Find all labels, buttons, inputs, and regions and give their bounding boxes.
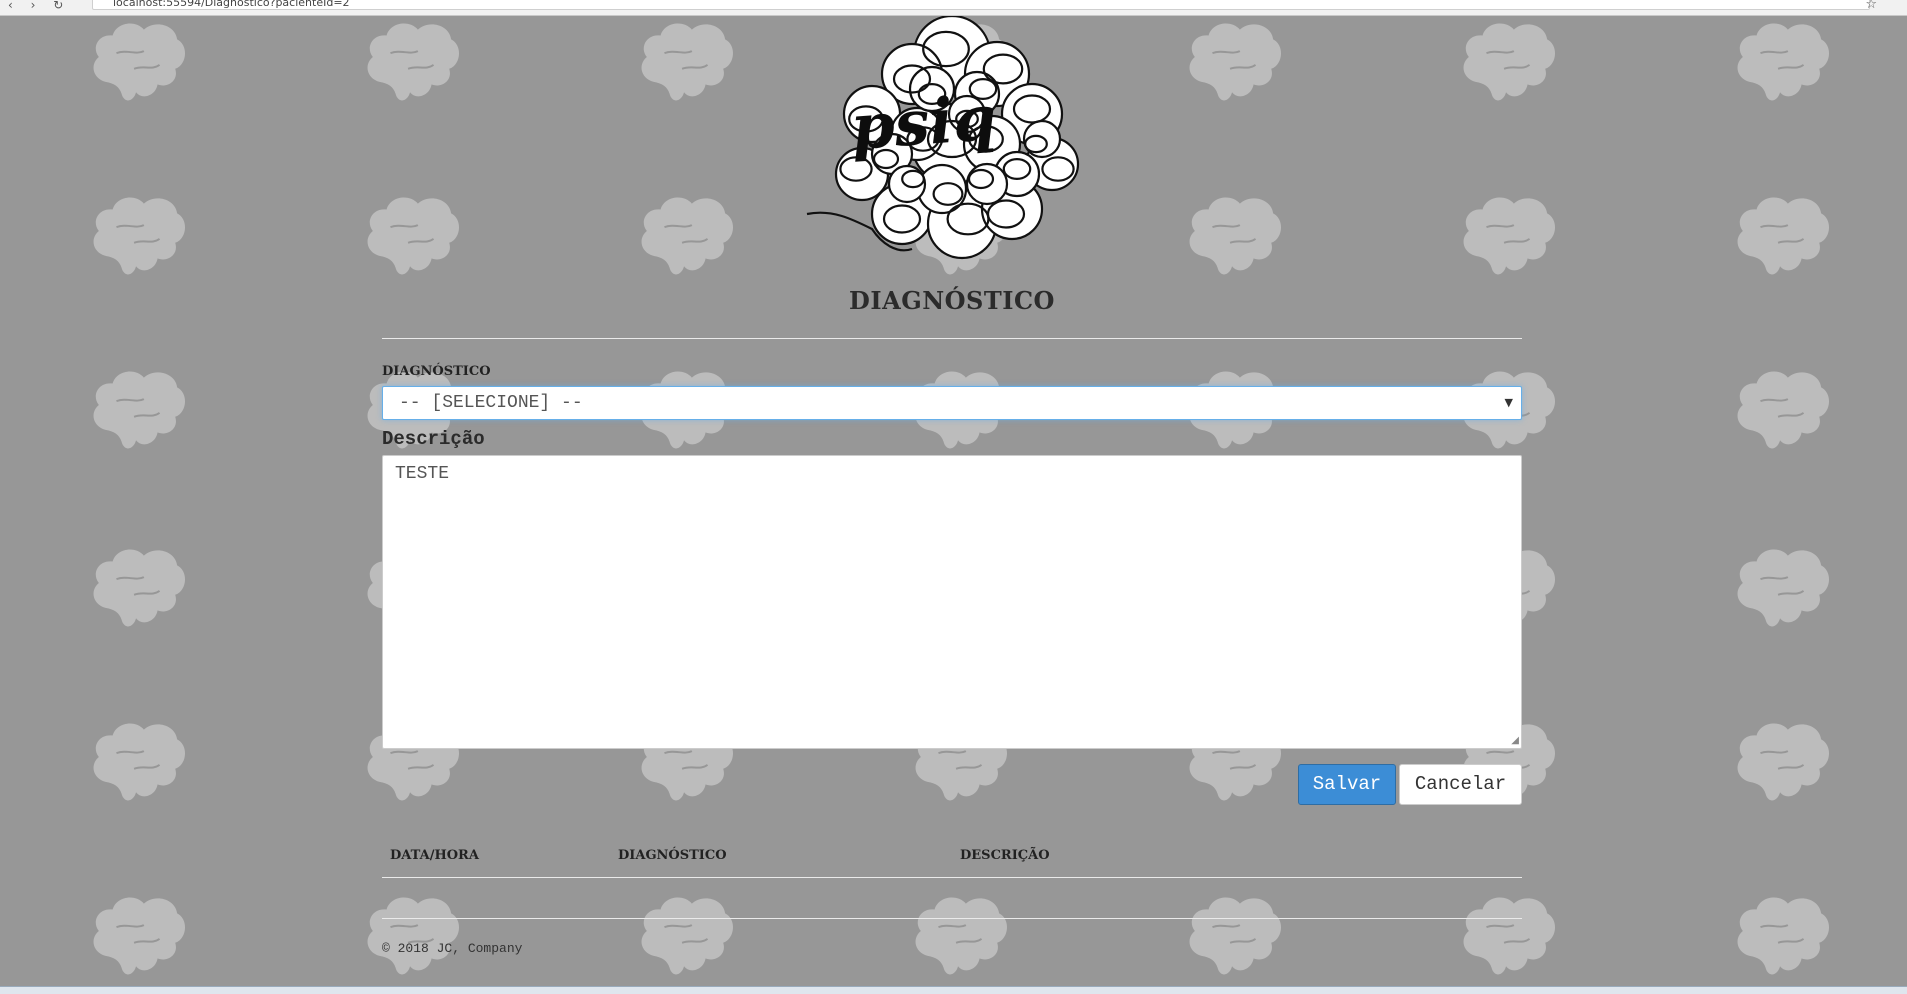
brain-icon: [367, 897, 460, 975]
brain-icon: [93, 549, 186, 627]
footer-copyright: © 2018 JC, Company: [382, 941, 523, 956]
table-header-diagnostico: DIAGNÓSTICO: [618, 848, 727, 863]
table-header-descricao: DESCRIÇÃO: [960, 848, 1050, 863]
brain-icon: [1737, 197, 1830, 275]
brain-icon: [641, 897, 734, 975]
reload-icon[interactable]: ↻: [53, 0, 63, 12]
brain-icon: [93, 897, 186, 975]
title-divider: [382, 338, 1522, 339]
resize-handle-icon[interactable]: ◢: [1511, 735, 1519, 746]
logo-text: psiq: [849, 81, 999, 164]
brain-icon: [367, 197, 460, 275]
brain-icon: [93, 23, 186, 101]
descricao-value: TESTE: [395, 464, 450, 484]
brain-icon: [1463, 897, 1556, 975]
browser-chrome: ‹ › ↻ localhost:55594/Diagnostico?pacien…: [0, 0, 1907, 16]
brain-icon: [1737, 23, 1830, 101]
psiq-logo: psiq: [806, 14, 1080, 260]
table-header-divider: [382, 877, 1522, 878]
brain-icon: [367, 23, 460, 101]
forward-icon[interactable]: ›: [31, 0, 36, 12]
brain-icon: [1737, 371, 1830, 449]
brain-icon: [641, 197, 734, 275]
diagnostico-label: DIAGNÓSTICO: [382, 364, 491, 379]
brain-icon: [1189, 897, 1282, 975]
brain-icon: [1189, 23, 1282, 101]
save-button[interactable]: Salvar: [1298, 764, 1396, 805]
brain-icon: [641, 23, 734, 101]
brain-icon: [1737, 723, 1830, 801]
brain-icon: [1737, 897, 1830, 975]
brain-icon: [1737, 549, 1830, 627]
diagnostico-select[interactable]: -- [SELECIONE] -- ▼: [382, 386, 1522, 420]
chevron-down-icon: ▼: [1504, 396, 1513, 409]
table-header-datahora: DATA/HORA: [390, 848, 479, 863]
brain-icon: [93, 723, 186, 801]
descricao-textarea[interactable]: TESTE ◢: [382, 455, 1522, 749]
brain-icon: [1463, 197, 1556, 275]
brain-icon: [1189, 197, 1282, 275]
footer-divider: [382, 918, 1522, 919]
descricao-label: Descrição: [382, 428, 485, 450]
brain-icon: [915, 897, 1008, 975]
brain-icon: [93, 371, 186, 449]
brain-icon: [1463, 23, 1556, 101]
brain-icon: [93, 197, 186, 275]
diagnostico-selected-value: -- [SELECIONE] --: [399, 393, 583, 413]
bookmark-star-icon[interactable]: ☆: [1865, 0, 1877, 12]
address-bar[interactable]: localhost:55594/Diagnostico?pacienteId=2: [92, 0, 1870, 10]
page-title: DIAGNÓSTICO: [849, 286, 1055, 315]
back-icon[interactable]: ‹: [8, 0, 13, 12]
browser-nav: ‹ › ↻: [8, 0, 77, 12]
cancel-button[interactable]: Cancelar: [1399, 764, 1522, 805]
